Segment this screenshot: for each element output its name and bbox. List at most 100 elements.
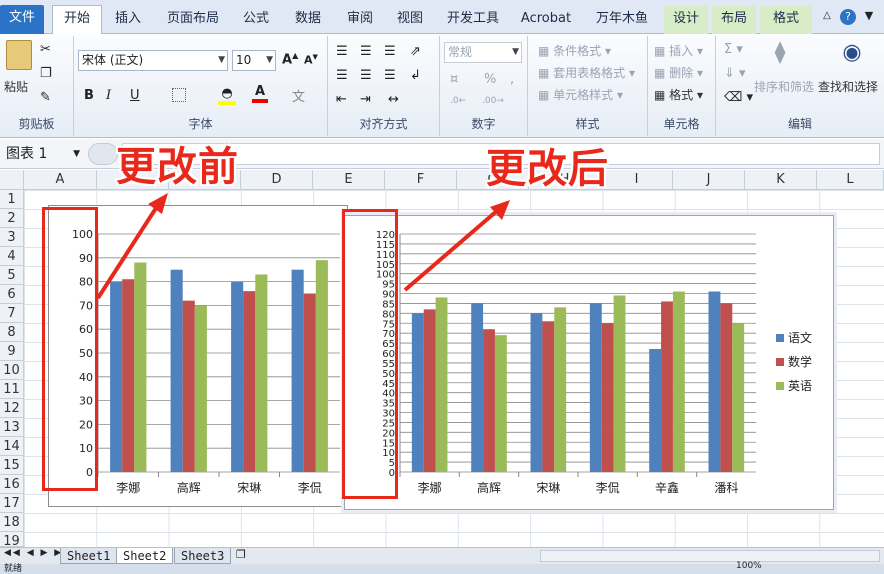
row-header[interactable]: 14 bbox=[0, 437, 24, 456]
minimize-ribbon-icon[interactable]: △ bbox=[820, 10, 834, 21]
find-select-button[interactable]: 查找和选择 bbox=[818, 78, 878, 95]
sort-filter-button[interactable]: 排序和筛选 bbox=[754, 78, 814, 95]
fill-color-icon[interactable]: ◓ bbox=[218, 86, 236, 105]
border-icon[interactable] bbox=[172, 88, 186, 102]
conditional-format-button[interactable]: ▦ 条件格式 ▾ bbox=[538, 42, 611, 59]
new-sheet-icon[interactable]: ❐ bbox=[236, 548, 246, 561]
font-size-select[interactable]: 10 ▼ bbox=[232, 50, 276, 71]
font-name-select[interactable]: 宋体 (正文) ▼ bbox=[78, 50, 228, 71]
indent-increase-icon[interactable]: ⇥ bbox=[360, 92, 371, 107]
column-header[interactable]: A bbox=[24, 170, 97, 190]
column-header[interactable]: K bbox=[745, 170, 817, 190]
column-header[interactable]: D bbox=[241, 170, 313, 190]
decrease-decimal-icon[interactable]: .00→ bbox=[482, 96, 504, 106]
row-header[interactable]: 12 bbox=[0, 399, 24, 418]
bold-button[interactable]: B bbox=[84, 88, 94, 103]
column-header[interactable]: I bbox=[601, 170, 673, 190]
sheet-tab[interactable]: Sheet3 bbox=[174, 548, 232, 564]
row-header[interactable]: 6 bbox=[0, 285, 24, 304]
row-header[interactable]: 3 bbox=[0, 228, 24, 247]
find-binoculars-icon[interactable]: ◉ bbox=[840, 40, 864, 65]
chart-after[interactable] bbox=[344, 215, 834, 510]
row-header[interactable]: 11 bbox=[0, 380, 24, 399]
name-box[interactable]: 图表 1 ▼ bbox=[2, 143, 84, 165]
row-header[interactable]: 13 bbox=[0, 418, 24, 437]
row-header[interactable]: 17 bbox=[0, 494, 24, 513]
fill-icon[interactable]: ⇓ ▾ bbox=[724, 66, 746, 81]
sort-filter-icon[interactable]: ⧫ bbox=[768, 40, 792, 65]
column-header[interactable]: J bbox=[673, 170, 745, 190]
italic-button[interactable]: I bbox=[106, 88, 111, 103]
horizontal-scrollbar[interactable] bbox=[540, 550, 880, 562]
currency-icon[interactable]: ¤ bbox=[450, 72, 458, 87]
tab-wannianmuyu[interactable]: 万年木鱼 bbox=[588, 6, 656, 34]
column-header[interactable]: L bbox=[817, 170, 884, 190]
tab-page-layout[interactable]: 页面布局 bbox=[160, 6, 226, 34]
clear-icon[interactable]: ⌫ ▾ bbox=[724, 90, 753, 105]
wrap-text-icon[interactable]: ↲ bbox=[410, 68, 421, 83]
help-icon[interactable]: ? bbox=[840, 9, 856, 25]
group-clipboard: 粘贴 ✂ ❐ ✎ 剪贴板 bbox=[0, 36, 74, 136]
shrink-font-icon[interactable]: A▼ bbox=[304, 53, 318, 67]
increase-decimal-icon[interactable]: .0← bbox=[450, 96, 466, 106]
row-header[interactable]: 18 bbox=[0, 513, 24, 532]
sheet-tab[interactable]: Sheet1 bbox=[60, 548, 118, 564]
column-header[interactable]: E bbox=[313, 170, 385, 190]
row-header[interactable]: 1 bbox=[0, 190, 24, 209]
orientation-icon[interactable]: ⇗ bbox=[410, 44, 421, 59]
sheet-tab-active[interactable]: Sheet2 bbox=[116, 548, 174, 564]
font-color-icon[interactable]: A bbox=[252, 84, 268, 103]
row-header[interactable]: 7 bbox=[0, 304, 24, 323]
row-header[interactable]: 19 bbox=[0, 532, 24, 549]
row-header[interactable]: 5 bbox=[0, 266, 24, 285]
row-header[interactable]: 8 bbox=[0, 323, 24, 342]
comma-icon[interactable]: , bbox=[510, 72, 514, 87]
row-header[interactable]: 16 bbox=[0, 475, 24, 494]
phonetic-button[interactable]: 文 bbox=[292, 86, 305, 105]
align-top-icon[interactable]: ☰ bbox=[336, 44, 348, 59]
tab-file[interactable]: 文件 bbox=[0, 5, 44, 34]
row-header[interactable]: 15 bbox=[0, 456, 24, 475]
window-menu-icon[interactable]: ▼ bbox=[862, 9, 876, 22]
row-header[interactable]: 2 bbox=[0, 209, 24, 228]
tab-format[interactable]: 格式 bbox=[760, 6, 812, 34]
format-painter-icon[interactable]: ✎ bbox=[40, 90, 51, 105]
cut-icon[interactable]: ✂ bbox=[40, 42, 51, 57]
tab-acrobat[interactable]: Acrobat bbox=[514, 6, 578, 34]
copy-icon[interactable]: ❐ bbox=[40, 66, 52, 81]
tab-insert[interactable]: 插入 bbox=[108, 6, 148, 34]
tab-formulas[interactable]: 公式 bbox=[236, 6, 276, 34]
align-bottom-icon[interactable]: ☰ bbox=[384, 44, 396, 59]
cell-style-button[interactable]: ▦ 单元格样式 ▾ bbox=[538, 86, 623, 103]
paste-icon[interactable] bbox=[6, 40, 32, 70]
indent-decrease-icon[interactable]: ⇤ bbox=[336, 92, 347, 107]
table-format-button[interactable]: ▦ 套用表格格式 ▾ bbox=[538, 64, 635, 81]
row-header[interactable]: 9 bbox=[0, 342, 24, 361]
align-right-icon[interactable]: ☰ bbox=[384, 68, 396, 83]
format-cells-button[interactable]: ▦ 格式 ▾ bbox=[654, 86, 703, 103]
autosum-icon[interactable]: Σ ▾ bbox=[724, 42, 743, 57]
align-left-icon[interactable]: ☰ bbox=[336, 68, 348, 83]
underline-button[interactable]: U bbox=[130, 88, 140, 103]
tab-data[interactable]: 数据 bbox=[288, 6, 328, 34]
align-middle-icon[interactable]: ☰ bbox=[360, 44, 372, 59]
insert-cells-button[interactable]: ▦ 插入 ▾ bbox=[654, 42, 703, 59]
tab-review[interactable]: 审阅 bbox=[340, 6, 380, 34]
paste-button[interactable]: 粘贴 bbox=[4, 78, 28, 95]
align-center-icon[interactable]: ☰ bbox=[360, 68, 372, 83]
tab-developer[interactable]: 开发工具 bbox=[440, 6, 506, 34]
row-header[interactable]: 10 bbox=[0, 361, 24, 380]
number-format-select[interactable]: 常规 ▼ bbox=[444, 42, 522, 63]
column-header[interactable]: F bbox=[385, 170, 457, 190]
delete-cells-button[interactable]: ▦ 删除 ▾ bbox=[654, 64, 703, 81]
table-format-label: 套用表格格式 bbox=[553, 66, 626, 80]
tab-view[interactable]: 视图 bbox=[390, 6, 430, 34]
percent-icon[interactable]: % bbox=[484, 72, 496, 87]
tab-layout[interactable]: 布局 bbox=[712, 6, 756, 34]
tab-design[interactable]: 设计 bbox=[664, 6, 708, 34]
merge-center-icon[interactable]: ↔ bbox=[388, 92, 399, 107]
tab-home[interactable]: 开始 bbox=[52, 5, 102, 34]
row-header[interactable]: 4 bbox=[0, 247, 24, 266]
grow-font-icon[interactable]: A▲ bbox=[282, 51, 298, 67]
select-all-corner[interactable] bbox=[0, 170, 24, 190]
